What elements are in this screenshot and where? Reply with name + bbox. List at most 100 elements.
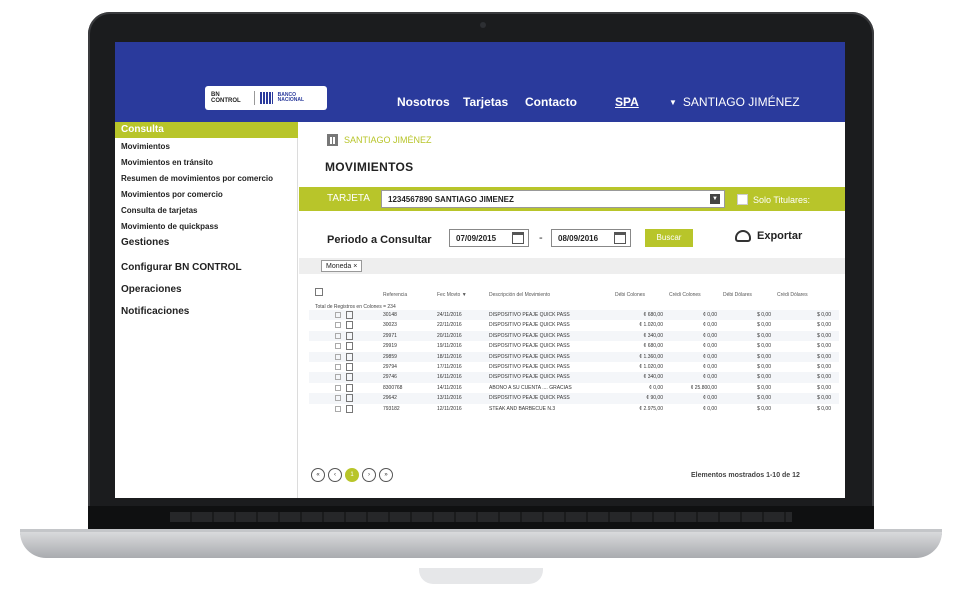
table-row[interactable]: 8300768 14/11/2016 ABONO A SU CUENTA .... … bbox=[309, 383, 839, 393]
table-cell: $ 0,00 bbox=[757, 322, 771, 329]
table-row[interactable]: 29919 19/11/2016 DISPOSITIVO PEAJE QUICK P… bbox=[309, 341, 839, 351]
date-to-input[interactable]: 08/09/2016 bbox=[551, 229, 631, 247]
select-all-checkbox[interactable] bbox=[315, 288, 323, 296]
col-debito-colones[interactable]: Débi Colones bbox=[615, 292, 645, 298]
table-cell: DISPOSITIVO PEAJE QUICK PASS bbox=[489, 322, 570, 329]
document-icon[interactable] bbox=[346, 352, 353, 361]
logo-text-right: BANCO NACIONAL bbox=[277, 92, 305, 103]
row-checkbox[interactable] bbox=[335, 332, 341, 339]
table-cell: DISPOSITIVO PEAJE QUICK PASS bbox=[489, 374, 570, 381]
table-cell: $ 0,00 bbox=[757, 395, 771, 402]
document-icon[interactable] bbox=[346, 362, 353, 371]
bank-icon bbox=[327, 134, 338, 146]
nav-spa[interactable]: SPA bbox=[615, 95, 639, 109]
sidebar-item-gestiones[interactable]: Gestiones bbox=[121, 237, 169, 248]
document-icon[interactable] bbox=[346, 331, 353, 340]
logo[interactable]: BN CONTROL BANCO NACIONAL bbox=[205, 86, 327, 110]
app-screen: BN CONTROL BANCO NACIONAL Nosotros Tarje… bbox=[115, 42, 845, 498]
elements-shown: Elementos mostrados 1-10 de 12 bbox=[691, 472, 800, 479]
col-descripcion[interactable]: Descripción del Movimiento bbox=[489, 292, 550, 298]
col-fecha[interactable]: Fec Movto ▼ bbox=[437, 292, 467, 298]
col-debito-dolares[interactable]: Débi Dólares bbox=[723, 292, 752, 298]
page-1-button[interactable]: 1 bbox=[345, 468, 359, 482]
tarjeta-select[interactable]: 1234567890 SANTIAGO JIMENEZ ▼ bbox=[381, 190, 725, 208]
table-row[interactable]: 30023 22/11/2016 DISPOSITIVO PEAJE QUICK P… bbox=[309, 320, 839, 330]
row-checkbox[interactable] bbox=[335, 322, 341, 329]
table-cell: 29642 bbox=[383, 395, 397, 402]
document-icon[interactable] bbox=[346, 383, 353, 392]
table-cell: 14/11/2016 bbox=[437, 384, 462, 391]
table-row[interactable]: 29859 18/11/2016 DISPOSITIVO PEAJE QUICK P… bbox=[309, 351, 839, 362]
row-checkbox[interactable] bbox=[335, 363, 341, 370]
buscar-button[interactable]: Buscar bbox=[645, 229, 693, 247]
prev-page-icon[interactable]: ‹ bbox=[328, 468, 342, 482]
col-credito-colones[interactable]: Crédi Colones bbox=[669, 292, 701, 298]
table-row[interactable]: 29642 13/11/2016 DISPOSITIVO PEAJE QUICK P… bbox=[309, 393, 839, 404]
sidebar-item-quickpass[interactable]: Movimiento de quickpass bbox=[121, 222, 218, 231]
table-cell: ¢ 2.975,00 bbox=[639, 405, 663, 412]
sidebar-item-movimientos-transito[interactable]: Movimientos en tránsito bbox=[121, 158, 213, 167]
row-checkbox[interactable] bbox=[335, 405, 341, 412]
sidebar-item-consulta-tarjetas[interactable]: Consulta de tarjetas bbox=[121, 206, 197, 215]
camera-icon bbox=[480, 22, 486, 28]
row-checkbox[interactable] bbox=[335, 353, 341, 360]
row-checkbox[interactable] bbox=[335, 343, 341, 350]
nav-contacto[interactable]: Contacto bbox=[525, 95, 577, 109]
table-cell: DISPOSITIVO PEAJE QUICK PASS bbox=[489, 363, 570, 370]
table-cell: ¢ 25.800,00 bbox=[690, 384, 717, 391]
filter-chip-moneda[interactable]: Moneda × bbox=[321, 260, 363, 272]
table-row[interactable]: 30148 24/11/2016 DISPOSITIVO PEAJE QUICK P… bbox=[309, 310, 839, 321]
nav-tarjetas[interactable]: Tarjetas bbox=[463, 95, 508, 109]
col-referencia[interactable]: Referencia bbox=[383, 292, 407, 298]
chevron-down-icon[interactable]: ▼ bbox=[710, 194, 720, 204]
sidebar-item-movimientos-comercio[interactable]: Movimientos por comercio bbox=[121, 190, 223, 199]
solo-titulares-checkbox[interactable] bbox=[737, 194, 748, 205]
bank-logo-icon bbox=[259, 92, 273, 104]
document-icon[interactable] bbox=[346, 311, 353, 319]
date-from-input[interactable]: 07/09/2015 bbox=[449, 229, 529, 247]
table-cell: 29919 bbox=[383, 343, 397, 350]
exportar-button[interactable]: Exportar bbox=[735, 230, 802, 242]
table-cell: 793182 bbox=[383, 405, 400, 412]
user-menu[interactable]: ▼ SANTIAGO JIMÉNEZ bbox=[669, 95, 800, 109]
table-cell: $ 0,00 bbox=[757, 353, 771, 360]
calendar-icon[interactable] bbox=[512, 232, 524, 244]
main-content: SANTIAGO JIMÉNEZ MOVIMIENTOS TARJETA 123… bbox=[299, 122, 845, 498]
document-icon[interactable] bbox=[346, 373, 353, 382]
table-cell: $ 0,00 bbox=[757, 312, 771, 318]
table-row[interactable]: 793182 12/11/2016 STEAK AND BARBECUE N.3 ¢ … bbox=[309, 404, 839, 414]
row-checkbox[interactable] bbox=[335, 312, 341, 318]
sidebar-item-movimientos[interactable]: Movimientos bbox=[121, 142, 170, 151]
document-icon[interactable] bbox=[346, 321, 353, 330]
table-cell: $ 0,00 bbox=[757, 332, 771, 339]
table-cell: ¢ 0,00 bbox=[703, 363, 717, 370]
col-credito-dolares[interactable]: Crédi Dólares bbox=[777, 292, 808, 298]
last-page-icon[interactable]: » bbox=[379, 468, 393, 482]
row-checkbox[interactable] bbox=[335, 384, 341, 391]
document-icon[interactable] bbox=[346, 394, 353, 403]
user-name: SANTIAGO JIMÉNEZ bbox=[682, 95, 800, 109]
table-row[interactable]: 29746 16/11/2016 DISPOSITIVO PEAJE QUICK P… bbox=[309, 372, 839, 383]
sidebar-item-consulta[interactable]: Consulta bbox=[115, 122, 298, 138]
sidebar-item-configurar[interactable]: Configurar BN CONTROL bbox=[121, 262, 242, 273]
row-checkbox[interactable] bbox=[335, 374, 341, 381]
table-cell: DISPOSITIVO PEAJE QUICK PASS bbox=[489, 353, 570, 360]
table-cell: $ 0,00 bbox=[817, 374, 831, 381]
sidebar-item-notificaciones[interactable]: Notificaciones bbox=[121, 306, 189, 317]
next-page-icon[interactable]: › bbox=[362, 468, 376, 482]
sidebar-item-resumen-comercio[interactable]: Resumen de movimientos por comercio bbox=[121, 174, 273, 183]
row-checkbox[interactable] bbox=[335, 395, 341, 402]
table-row[interactable]: 29971 20/11/2016 DISPOSITIVO PEAJE QUICK P… bbox=[309, 330, 839, 342]
document-icon[interactable] bbox=[346, 342, 353, 351]
table-row[interactable]: 29794 17/11/2016 DISPOSITIVO PEAJE QUICK P… bbox=[309, 362, 839, 372]
document-icon[interactable] bbox=[346, 404, 353, 413]
table-cell: ¢ 1.020,00 bbox=[639, 322, 663, 329]
tarjeta-label: TARJETA bbox=[327, 193, 370, 204]
account-name: SANTIAGO JIMÉNEZ bbox=[344, 135, 432, 145]
first-page-icon[interactable]: « bbox=[311, 468, 325, 482]
nav-nosotros[interactable]: Nosotros bbox=[397, 95, 450, 109]
calendar-icon[interactable] bbox=[614, 232, 626, 244]
table-cell: ¢ 1.020,00 bbox=[639, 363, 663, 370]
table-cell: 19/11/2016 bbox=[437, 343, 462, 350]
sidebar-item-operaciones[interactable]: Operaciones bbox=[121, 284, 182, 295]
